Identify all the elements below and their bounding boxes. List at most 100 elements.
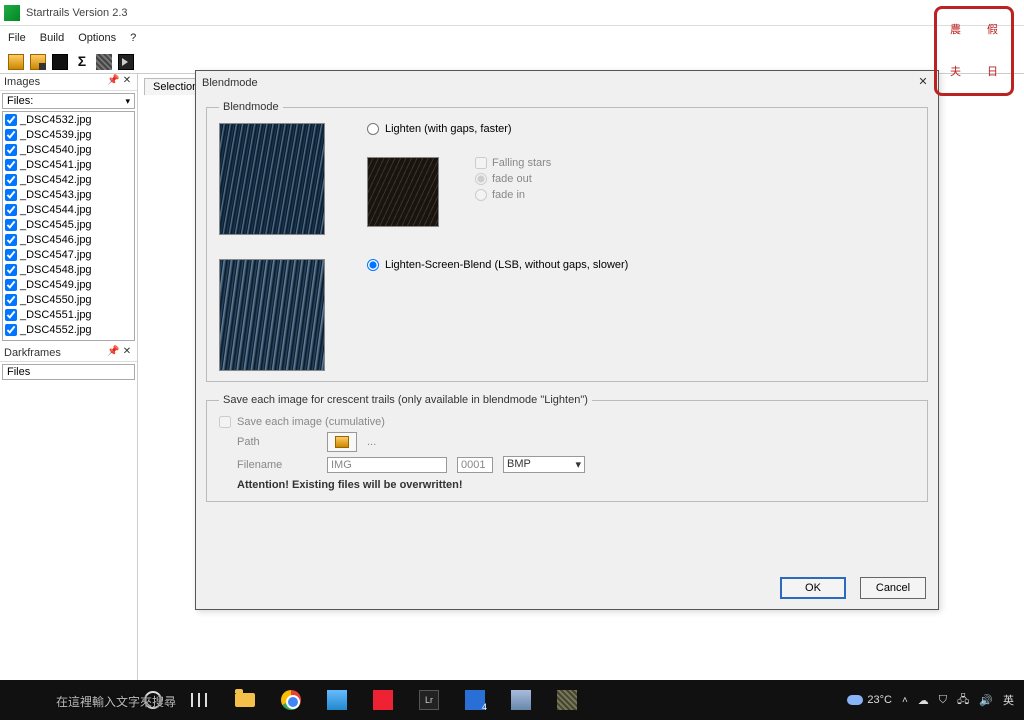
ime-indicator[interactable]: 英	[1003, 692, 1014, 708]
app-icon-1[interactable]	[324, 687, 350, 713]
dialog-close-icon[interactable]: ✕	[914, 74, 932, 92]
temperature: 23°C	[867, 694, 892, 706]
startrails-icon[interactable]	[96, 54, 112, 70]
file-checkbox[interactable]	[5, 204, 17, 216]
list-item: _DSC4545.jpg	[3, 217, 134, 232]
file-name: _DSC4545.jpg	[20, 219, 92, 231]
app-icon-3[interactable]	[462, 687, 488, 713]
watermark-stamp: 農 假 夫 日	[934, 6, 1014, 96]
taskbar-search[interactable]: 在這裡輸入文字來搜尋	[56, 693, 176, 710]
menu-help[interactable]: ?	[130, 32, 136, 44]
list-item: _DSC4542.jpg	[3, 172, 134, 187]
file-checkbox[interactable]	[5, 309, 17, 321]
stamp-char: 日	[987, 67, 998, 78]
file-name: _DSC4540.jpg	[20, 144, 92, 156]
menu-build[interactable]: Build	[40, 32, 64, 44]
file-name: _DSC4546.jpg	[20, 234, 92, 246]
list-item: _DSC4551.jpg	[3, 307, 134, 322]
path-label: Path	[237, 436, 317, 448]
preview-lsb	[219, 259, 325, 371]
filename-prefix-input[interactable]: IMG	[327, 457, 447, 473]
average-icon[interactable]: Σ	[74, 54, 90, 70]
tray-overflow-icon[interactable]: ˄	[902, 695, 908, 706]
file-list[interactable]: _DSC4532.jpg _DSC4539.jpg _DSC4540.jpg _…	[2, 111, 135, 341]
preview-falling-stars	[367, 157, 439, 227]
close-panel-icon[interactable]: ✕	[121, 76, 133, 88]
file-checkbox[interactable]	[5, 189, 17, 201]
radio-lighten[interactable]: Lighten (with gaps, faster)	[367, 123, 915, 135]
app-icon-4[interactable]	[508, 687, 534, 713]
chevron-down-icon: ▾	[125, 96, 130, 107]
falling-stars-label: Falling stars	[492, 157, 551, 169]
file-checkbox[interactable]	[5, 174, 17, 186]
save-icon[interactable]	[52, 54, 68, 70]
stamp-char: 夫	[950, 67, 961, 78]
checkbox-save-each: Save each image (cumulative)	[219, 416, 915, 428]
list-item: _DSC4552.jpg	[3, 322, 134, 337]
file-checkbox[interactable]	[5, 219, 17, 231]
radio-lighten-input[interactable]	[367, 123, 379, 135]
path-ellipsis: ...	[367, 436, 376, 448]
filename-number-input[interactable]: 0001	[457, 457, 493, 473]
radio-lsb[interactable]: Lighten-Screen-Blend (LSB, without gaps,…	[367, 259, 915, 271]
radio-lsb-input[interactable]	[367, 259, 379, 271]
file-name: _DSC4539.jpg	[20, 129, 92, 141]
file-checkbox[interactable]	[5, 159, 17, 171]
file-name: _DSC4548.jpg	[20, 264, 92, 276]
blendmode-dialog: Blendmode ✕ Blendmode Lighten (with gaps…	[195, 70, 939, 610]
folder-open-icon	[335, 436, 349, 448]
fade-out-label: fade out	[492, 173, 532, 185]
darkframes-files-label[interactable]: Files	[2, 364, 135, 380]
open-darkframes-icon[interactable]	[30, 54, 46, 70]
radio-fade-out-input	[475, 173, 487, 185]
files-label: Files:	[7, 95, 33, 107]
file-checkbox[interactable]	[5, 264, 17, 276]
ok-button[interactable]: OK	[780, 577, 846, 599]
stamp-char: 假	[987, 25, 998, 36]
pin-icon[interactable]: 📌	[107, 76, 119, 88]
tray-icon[interactable]: ☁	[918, 694, 929, 707]
lightroom-icon[interactable]: Lr	[416, 687, 442, 713]
file-checkbox[interactable]	[5, 114, 17, 126]
format-select[interactable]: BMP ▾	[503, 456, 585, 473]
list-item: _DSC4547.jpg	[3, 247, 134, 262]
list-item: _DSC4546.jpg	[3, 232, 134, 247]
list-item: _DSC4550.jpg	[3, 292, 134, 307]
stamp-char: 農	[950, 25, 961, 36]
darkframes-panel-header: Darkframes 📌 ✕	[0, 345, 137, 362]
files-dropdown[interactable]: Files: ▾	[2, 93, 135, 109]
weather-widget[interactable]: 23°C	[847, 694, 892, 706]
darkframes-title: Darkframes	[4, 347, 61, 359]
list-item: _DSC4548.jpg	[3, 262, 134, 277]
pin-icon[interactable]: 📌	[107, 347, 119, 359]
file-explorer-icon[interactable]	[232, 687, 258, 713]
file-checkbox[interactable]	[5, 234, 17, 246]
file-checkbox[interactable]	[5, 279, 17, 291]
format-value: BMP	[507, 458, 531, 471]
chrome-icon[interactable]	[278, 687, 304, 713]
menu-options[interactable]: Options	[78, 32, 116, 44]
startrails-taskbar-icon[interactable]	[554, 687, 580, 713]
cancel-button[interactable]: Cancel	[860, 577, 926, 599]
tray-icon[interactable]: ⛉	[939, 694, 947, 707]
chevron-down-icon: ▾	[575, 458, 581, 471]
radio-lsb-label: Lighten-Screen-Blend (LSB, without gaps,…	[385, 259, 628, 271]
browse-button[interactable]	[327, 432, 357, 452]
file-checkbox[interactable]	[5, 249, 17, 261]
open-images-icon[interactable]	[8, 54, 24, 70]
dialog-titlebar: Blendmode ✕	[196, 71, 938, 95]
file-checkbox[interactable]	[5, 294, 17, 306]
filename-label: Filename	[237, 459, 317, 471]
menu-file[interactable]: File	[8, 32, 26, 44]
app-icon-2[interactable]	[370, 687, 396, 713]
task-view-icon[interactable]	[186, 687, 212, 713]
volume-icon[interactable]: 🔊	[979, 694, 993, 707]
save-each-label: Save each image (cumulative)	[237, 416, 385, 428]
video-icon[interactable]	[118, 54, 134, 70]
close-panel-icon[interactable]: ✕	[121, 347, 133, 359]
network-icon[interactable]: 🖧	[957, 691, 969, 710]
file-checkbox[interactable]	[5, 129, 17, 141]
file-checkbox[interactable]	[5, 324, 17, 336]
file-checkbox[interactable]	[5, 144, 17, 156]
checkbox-save-each-input	[219, 416, 231, 428]
